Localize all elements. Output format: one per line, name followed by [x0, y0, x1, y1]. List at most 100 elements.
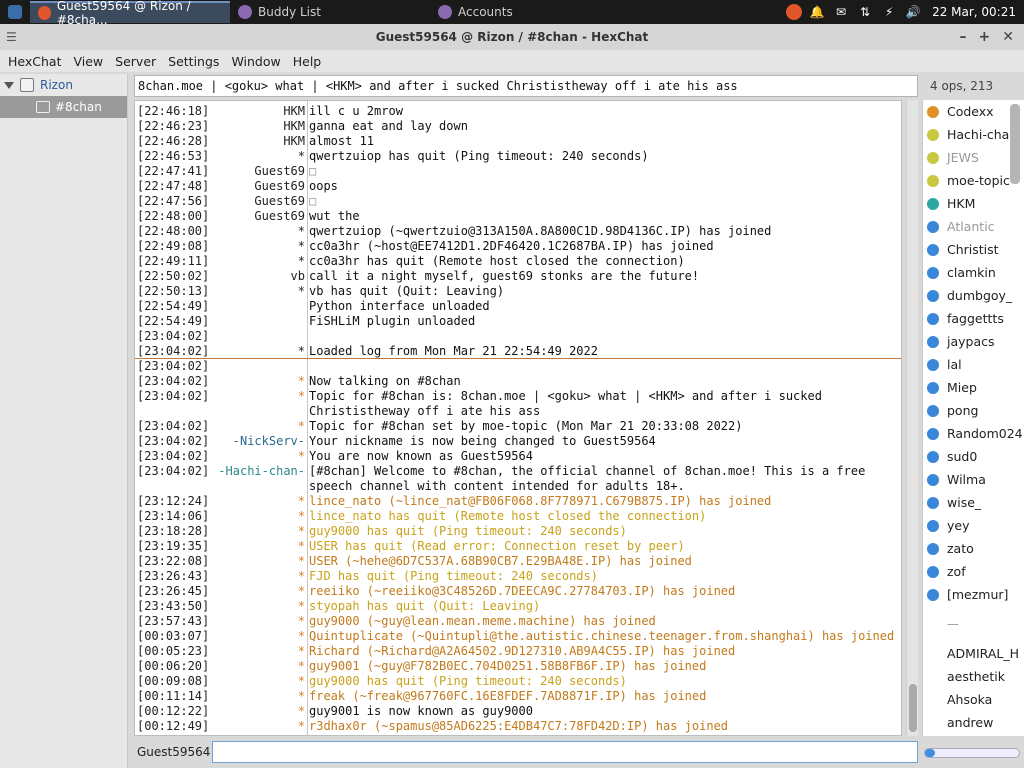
- message-nick[interactable]: vb: [291, 269, 305, 284]
- user-list-item[interactable]: Miep: [923, 376, 1024, 399]
- user-list-item[interactable]: moe-topic: [923, 169, 1024, 192]
- window-menu-icon[interactable]: ☰: [6, 30, 20, 44]
- taskbar-item-hexchat[interactable]: Guest59564 @ Rizon / #8cha...: [30, 0, 230, 27]
- message-nick[interactable]: *: [298, 569, 305, 584]
- taskbar-item-buddy-list[interactable]: Buddy List: [230, 1, 430, 23]
- taskbar-item-accounts[interactable]: Accounts: [430, 1, 630, 23]
- user-list-item[interactable]: Codexx: [923, 100, 1024, 123]
- nick-button[interactable]: Guest59564: [134, 741, 210, 763]
- window-titlebar[interactable]: ☰ Guest59564 @ Rizon / #8chan - HexChat …: [0, 24, 1024, 50]
- message-nick[interactable]: *: [298, 254, 305, 269]
- message-nick[interactable]: HKM: [283, 104, 305, 119]
- message-nick[interactable]: HKM: [283, 134, 305, 149]
- user-list-item[interactable]: ADMIRAL_H: [923, 642, 1024, 665]
- menu-settings[interactable]: Settings: [162, 54, 225, 69]
- user-list-item[interactable]: Christist: [923, 238, 1024, 261]
- minimize-icon[interactable]: –: [960, 29, 967, 45]
- user-list-item[interactable]: dumbgoy_: [923, 284, 1024, 307]
- power-icon[interactable]: ⚡: [880, 3, 898, 21]
- volume-icon[interactable]: 🔊: [904, 3, 922, 21]
- user-name: Random024: [947, 426, 1023, 441]
- tree-channel-8chan[interactable]: #8chan: [0, 96, 127, 118]
- userlist-scrollbar-thumb[interactable]: [1010, 104, 1020, 184]
- message-nick[interactable]: *: [298, 239, 305, 254]
- user-list-item[interactable]: Atlantic: [923, 215, 1024, 238]
- message-nick[interactable]: *: [298, 629, 305, 644]
- user-list-item[interactable]: zato: [923, 537, 1024, 560]
- chat-log[interactable]: [22:46:18] HKM ill c u 2mrow [22:46:23] HKM g…: [134, 100, 902, 736]
- top-panel: Guest59564 @ Rizon / #8cha... Buddy List…: [0, 0, 1024, 27]
- user-list-item[interactable]: aesthetik: [923, 665, 1024, 688]
- message-nick[interactable]: *: [298, 149, 305, 164]
- clock[interactable]: 22 Mar, 00:21: [928, 3, 1020, 21]
- message-nick[interactable]: *: [298, 509, 305, 524]
- message-nick[interactable]: *: [298, 494, 305, 509]
- user-list-item[interactable]: Wilma: [923, 468, 1024, 491]
- message-text: FJD has quit (Ping timeout: 240 seconds): [309, 569, 598, 583]
- user-list-item[interactable]: clamkin: [923, 261, 1024, 284]
- menu-help[interactable]: Help: [287, 54, 328, 69]
- user-list-item[interactable]: Hachi-chan: [923, 123, 1024, 146]
- message-nick[interactable]: *: [298, 539, 305, 554]
- mail-icon[interactable]: ✉: [832, 3, 850, 21]
- message-nick[interactable]: *: [298, 344, 305, 359]
- user-list-item[interactable]: andrew: [923, 711, 1024, 734]
- message-nick[interactable]: *: [298, 449, 305, 464]
- user-list[interactable]: Codexx Hachi-chan JEWS moe-topic HKM Atlantic…: [922, 100, 1024, 736]
- message-nick[interactable]: Guest69: [254, 179, 305, 194]
- message-nick[interactable]: *: [298, 689, 305, 704]
- message-nick[interactable]: *: [298, 644, 305, 659]
- user-list-item[interactable]: jaypacs: [923, 330, 1024, 353]
- message-nick[interactable]: Guest69: [254, 164, 305, 179]
- chat-scrollbar[interactable]: [906, 100, 918, 736]
- tree-server-rizon[interactable]: Rizon: [0, 74, 127, 96]
- message-nick[interactable]: *: [298, 419, 305, 434]
- message-nick[interactable]: -NickServ-: [233, 434, 305, 449]
- user-list-item[interactable]: wise_: [923, 491, 1024, 514]
- message-nick[interactable]: HKM: [283, 119, 305, 134]
- close-icon[interactable]: ✕: [1002, 29, 1014, 45]
- user-list-item[interactable]: Random024: [923, 422, 1024, 445]
- menu-server[interactable]: Server: [109, 54, 162, 69]
- message-nick[interactable]: *: [298, 599, 305, 614]
- user-list-item[interactable]: sud0: [923, 445, 1024, 468]
- message-nick[interactable]: *: [298, 389, 305, 404]
- message-nick[interactable]: Guest69: [254, 209, 305, 224]
- topic-bar[interactable]: 8chan.moe | <goku> what | <HKM> and afte…: [134, 75, 918, 97]
- menu-view[interactable]: View: [67, 54, 109, 69]
- message-nick[interactable]: *: [298, 284, 305, 299]
- user-list-item[interactable]: HKM: [923, 192, 1024, 215]
- message-nick[interactable]: *: [298, 584, 305, 599]
- message-nick[interactable]: *: [298, 524, 305, 539]
- user-list-item[interactable]: [mezmur]: [923, 583, 1024, 606]
- message-nick[interactable]: *: [298, 719, 305, 734]
- message-nick[interactable]: Guest69: [254, 194, 305, 209]
- user-list-item[interactable]: Ahsoka: [923, 688, 1024, 711]
- user-list-item[interactable]: JEWS: [923, 146, 1024, 169]
- user-list-item[interactable]: lal: [923, 353, 1024, 376]
- message-nick[interactable]: *: [298, 704, 305, 719]
- user-list-item[interactable]: faggettts: [923, 307, 1024, 330]
- hexchat-tray-icon[interactable]: [786, 4, 803, 20]
- user-list-item[interactable]: pong: [923, 399, 1024, 422]
- user-status-icon: [927, 519, 939, 532]
- menu-hexchat[interactable]: HexChat: [2, 54, 67, 69]
- message-nick[interactable]: *: [298, 614, 305, 629]
- message-nick[interactable]: *: [298, 554, 305, 569]
- message-input[interactable]: [212, 741, 918, 763]
- maximize-icon[interactable]: +: [979, 29, 991, 45]
- message-nick[interactable]: -Hachi-chan-: [218, 464, 305, 479]
- user-list-item[interactable]: yey: [923, 514, 1024, 537]
- message-nick[interactable]: *: [298, 659, 305, 674]
- message-nick[interactable]: *: [298, 674, 305, 689]
- app-menu-button[interactable]: [0, 0, 30, 24]
- network-icon[interactable]: ⇅: [856, 3, 874, 21]
- chat-scrollbar-thumb[interactable]: [909, 684, 917, 732]
- user-list-item[interactable]: zof: [923, 560, 1024, 583]
- menu-window[interactable]: Window: [225, 54, 286, 69]
- message-nick[interactable]: *: [298, 374, 305, 389]
- bell-icon[interactable]: 🔔: [808, 3, 826, 21]
- expand-triangle-icon[interactable]: [4, 81, 14, 89]
- message-nick[interactable]: *: [298, 224, 305, 239]
- user-name: Atlantic: [947, 219, 995, 234]
